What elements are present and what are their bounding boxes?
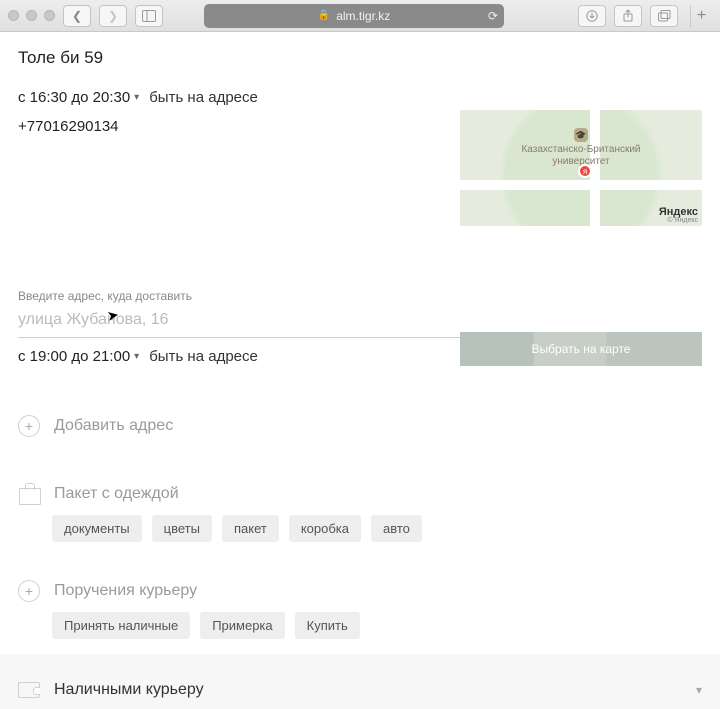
delivery-time-select[interactable]: с 19:00 до 21:00 ▾: [18, 348, 139, 365]
chevron-down-icon: ▾: [134, 92, 139, 103]
forward-button[interactable]: ❯: [99, 5, 127, 27]
instruction-tags: Принять наличные Примерка Купить: [18, 612, 702, 649]
url-text: alm.tigr.kz: [336, 9, 390, 23]
sidebar-toggle-button[interactable]: [135, 5, 163, 27]
add-address-label: Добавить адрес: [54, 417, 173, 435]
add-address-row[interactable]: + Добавить адрес: [18, 397, 702, 447]
pickup-time-hint: быть на адресе: [149, 89, 258, 106]
lock-icon: 🔒: [318, 10, 330, 21]
chevron-down-icon: ▾: [696, 683, 702, 697]
tag-пакет[interactable]: пакет: [222, 515, 279, 542]
payment-row[interactable]: Наличными курьеру ▾: [18, 663, 702, 709]
delivery-time-value: с 19:00 до 21:00: [18, 348, 130, 365]
delivery-address-label: Введите адрес, куда доставить: [18, 289, 702, 307]
bag-icon: [18, 483, 40, 505]
page-content: Толе би 59 с 16:30 до 20:30 ▾ быть на ад…: [0, 32, 720, 654]
package-row[interactable]: Пакет с одеждой: [18, 465, 702, 515]
downloads-button[interactable]: [578, 5, 606, 27]
tag-Купить[interactable]: Купить: [295, 612, 360, 639]
back-button[interactable]: ❮: [63, 5, 91, 27]
plus-icon: +: [18, 580, 40, 602]
package-label: Пакет с одеждой: [54, 485, 179, 503]
share-button[interactable]: [614, 5, 642, 27]
wallet-icon: [18, 682, 40, 698]
map-poi-label: 🎓 Казахстанско-Британский университет: [460, 128, 702, 168]
pickup-map[interactable]: 🎓 Казахстанско-Британский университет я …: [460, 110, 702, 226]
instructions-row[interactable]: + Поручения курьеру: [18, 562, 702, 612]
instructions-label: Поручения курьеру: [54, 582, 197, 600]
payment-label: Наличными курьеру: [54, 681, 204, 699]
browser-toolbar: ❮ ❯ 🔒 alm.tigr.kz ⟳ +: [0, 0, 720, 32]
chevron-down-icon: ▾: [134, 351, 139, 362]
close-window-icon[interactable]: [8, 10, 19, 21]
reload-icon[interactable]: ⟳: [488, 9, 498, 23]
tag-цветы[interactable]: цветы: [152, 515, 212, 542]
delivery-time-hint: быть на адресе: [149, 348, 258, 365]
tabs-button[interactable]: [650, 5, 678, 27]
choose-on-map-button[interactable]: Выбрать на карте: [460, 332, 702, 366]
tag-Принять наличные[interactable]: Принять наличные: [52, 612, 190, 639]
package-tags: документы цветы пакет коробка авто: [18, 515, 702, 552]
map-pin-icon: я: [578, 164, 592, 178]
window-controls: [8, 10, 55, 21]
tag-авто[interactable]: авто: [371, 515, 422, 542]
delivery-address-input[interactable]: [18, 311, 702, 329]
pickup-time-select[interactable]: с 16:30 до 20:30 ▾: [18, 89, 139, 106]
tag-Примерка[interactable]: Примерка: [200, 612, 284, 639]
tag-коробка[interactable]: коробка: [289, 515, 361, 542]
plus-icon: +: [18, 415, 40, 437]
pickup-time-value: с 16:30 до 20:30: [18, 89, 130, 106]
minimize-window-icon[interactable]: [26, 10, 37, 21]
pickup-address[interactable]: Толе би 59: [18, 42, 702, 79]
address-bar[interactable]: 🔒 alm.tigr.kz ⟳: [204, 4, 504, 28]
maximize-window-icon[interactable]: [44, 10, 55, 21]
tag-документы[interactable]: документы: [52, 515, 142, 542]
new-tab-button[interactable]: +: [690, 5, 712, 27]
university-icon: 🎓: [574, 128, 588, 142]
yandex-logo: Яндекс © Яндекс: [659, 206, 698, 224]
